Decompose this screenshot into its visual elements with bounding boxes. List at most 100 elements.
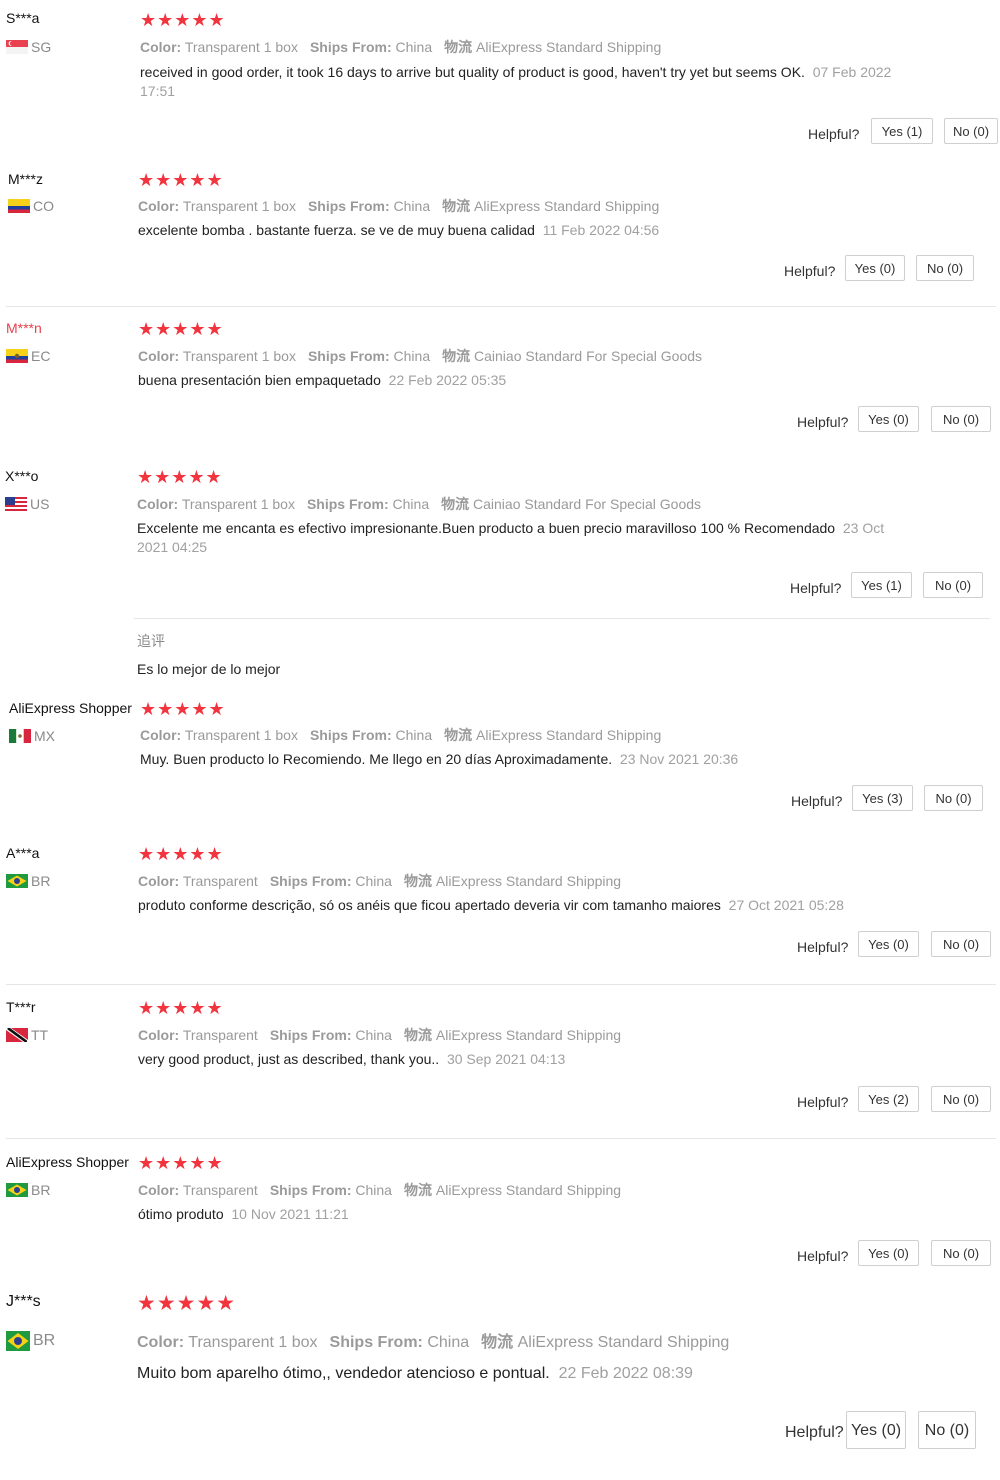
helpful-no-button[interactable]: No (0) <box>931 1086 991 1112</box>
helpful-no-button[interactable]: No (0) <box>918 1411 976 1449</box>
helpful-label: Helpful? <box>785 1424 844 1441</box>
helpful-no-button[interactable]: No (0) <box>916 255 974 281</box>
country-code: SG <box>31 39 52 55</box>
reviewer-country: BR <box>6 1182 50 1198</box>
ships-from-label: Ships From: <box>329 1334 423 1351</box>
reviewer-name: AliExpress Shopper <box>6 1154 129 1170</box>
rating-stars: ★★★★★ <box>138 170 224 190</box>
logistics-label: 物流 <box>442 348 471 364</box>
ships-from-label: Ships From: <box>307 348 390 364</box>
shipping-method: AliExpress Standard Shipping <box>435 1182 622 1198</box>
reviewer-name: A***a <box>6 845 40 861</box>
ships-from-value: China <box>427 1334 470 1351</box>
logistics-label: 物流 <box>441 496 470 512</box>
flag-co-icon <box>8 199 30 213</box>
review-attributes: Color: Transparent 1 box Ships From: Chin… <box>138 346 702 366</box>
logistics-label: 物流 <box>403 1182 432 1198</box>
helpful-no-button[interactable]: No (0) <box>931 1240 991 1266</box>
review-date: 23 Nov 2021 20:36 <box>619 751 739 767</box>
helpful-no-button[interactable]: No (0) <box>924 785 983 811</box>
review-text: buena presentación bien empaquetado <box>138 372 381 388</box>
followup-text: Es lo mejor de lo mejor <box>137 661 281 677</box>
helpful-yes-button[interactable]: Yes (0) <box>845 255 905 281</box>
review-attributes: Color: Transparent 1 box Ships From: Chin… <box>137 494 701 514</box>
review-text-block: received in good order, it took 16 days … <box>140 63 930 101</box>
review-attributes: Color: Transparent 1 box Ships From: Chin… <box>140 37 661 57</box>
review-attributes: Color: Transparent 1 box Ships From: Chin… <box>138 196 659 216</box>
review-attributes: Color: Transparent Ships From: China 物流 Al… <box>138 871 621 891</box>
color-value: Transparent 1 box <box>182 348 296 364</box>
rating-stars: ★★★★★ <box>140 699 226 719</box>
helpful-label: Helpful? <box>791 793 843 809</box>
helpful-no-button[interactable]: No (0) <box>931 931 991 957</box>
flag-mx-icon <box>9 729 31 743</box>
review-text: Muy. Buen producto lo Recomiendo. Me lle… <box>140 751 613 767</box>
ships-from-label: Ships From: <box>269 1182 352 1198</box>
helpful-label: Helpful? <box>797 939 849 955</box>
reviewer-country: BR <box>6 873 50 889</box>
shipping-method: Cainiao Standard For Special Goods <box>473 496 702 512</box>
shipping-method: AliExpress Standard Shipping <box>435 873 622 889</box>
shipping-method: AliExpress Standard Shipping <box>474 198 660 214</box>
rating-stars: ★★★★★ <box>138 844 224 864</box>
review-text: very good product, just as described, th… <box>138 1051 440 1067</box>
review-date: 27 Oct 2021 05:28 <box>728 897 844 913</box>
reviewer-country: BR <box>6 1331 55 1351</box>
helpful-label: Helpful? <box>808 126 860 142</box>
helpful-yes-button[interactable]: Yes (0) <box>846 1411 906 1449</box>
shipping-method: AliExpress Standard Shipping <box>435 1027 622 1043</box>
helpful-no-button[interactable]: No (0) <box>944 118 998 144</box>
rating-stars: ★★★★★ <box>138 998 224 1018</box>
review-text-block: Muito bom aparelho ótimo,, vendedor aten… <box>137 1364 957 1383</box>
country-code: BR <box>31 1182 51 1198</box>
reviewer-name: J***s <box>6 1293 41 1310</box>
color-value: Transparent <box>182 1182 258 1198</box>
flag-br-icon <box>6 874 28 888</box>
logistics-label: 物流 <box>481 1334 514 1351</box>
review-text-block: buena presentación bien empaquetado 22 F… <box>138 371 938 390</box>
ships-from-value: China <box>393 348 431 364</box>
helpful-label: Helpful? <box>797 1248 849 1264</box>
color-value: Transparent <box>182 1027 258 1043</box>
helpful-yes-button[interactable]: Yes (2) <box>858 1086 919 1112</box>
helpful-label: Helpful? <box>797 1094 849 1110</box>
helpful-yes-button[interactable]: Yes (1) <box>851 572 912 598</box>
flag-ec-icon <box>6 349 28 363</box>
flag-us-icon <box>5 497 27 511</box>
shipping-method: AliExpress Standard Shipping <box>517 1334 730 1351</box>
ships-from-value: China <box>395 727 433 743</box>
helpful-yes-button[interactable]: Yes (0) <box>858 1240 919 1266</box>
review-date: 22 Feb 2022 05:35 <box>388 372 507 388</box>
helpful-label: Helpful? <box>784 263 836 279</box>
flag-br-icon <box>6 1331 30 1351</box>
country-code: TT <box>31 1027 49 1043</box>
ships-from-label: Ships From: <box>306 496 389 512</box>
shipping-method: AliExpress Standard Shipping <box>476 727 662 743</box>
color-label: Color: <box>138 198 180 214</box>
helpful-yes-button[interactable]: Yes (1) <box>871 118 933 144</box>
logistics-label: 物流 <box>403 1027 432 1043</box>
reviewer-name: AliExpress Shopper <box>9 700 132 716</box>
color-label: Color: <box>138 873 180 889</box>
country-code: MX <box>34 728 55 744</box>
helpful-yes-button[interactable]: Yes (0) <box>858 931 919 957</box>
color-label: Color: <box>137 496 179 512</box>
reviewer-country: CO <box>8 198 54 214</box>
ships-from-value: China <box>393 198 431 214</box>
color-label: Color: <box>138 348 180 364</box>
helpful-no-button[interactable]: No (0) <box>923 572 983 598</box>
rating-stars: ★★★★★ <box>137 467 223 487</box>
country-code: BR <box>33 1332 56 1349</box>
color-label: Color: <box>138 1182 180 1198</box>
review-date: 30 Sep 2021 04:13 <box>446 1051 566 1067</box>
ships-from-value: China <box>395 39 433 55</box>
ships-from-label: Ships From: <box>307 198 390 214</box>
followup-divider <box>134 618 990 619</box>
helpful-yes-button[interactable]: Yes (3) <box>852 785 913 811</box>
helpful-no-button[interactable]: No (0) <box>931 406 991 432</box>
flag-tt-icon <box>6 1028 28 1042</box>
helpful-yes-button[interactable]: Yes (0) <box>858 406 919 432</box>
review-text-block: very good product, just as described, th… <box>138 1050 938 1069</box>
review-attributes: Color: Transparent Ships From: China 物流 Al… <box>138 1180 621 1200</box>
reviewer-name: T***r <box>6 999 36 1015</box>
